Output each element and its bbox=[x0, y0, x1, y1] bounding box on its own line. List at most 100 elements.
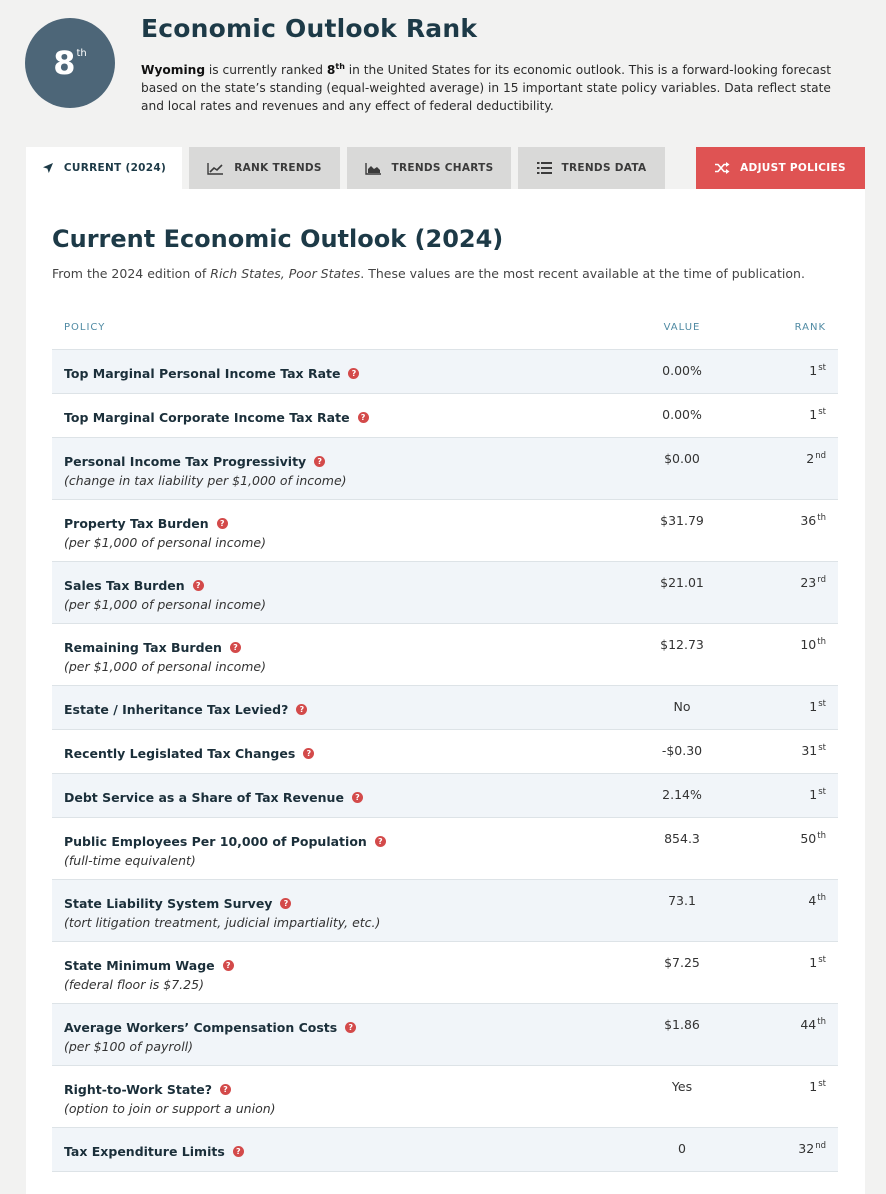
help-icon[interactable]: ? bbox=[222, 960, 234, 971]
help-icon[interactable]: ? bbox=[314, 456, 326, 467]
rank-number: 1 bbox=[809, 363, 818, 378]
policy-label-wrap: Average Workers’ Compensation Costs? bbox=[64, 1020, 357, 1035]
help-icon[interactable]: ? bbox=[280, 898, 292, 909]
policy-cell: Estate / Inheritance Tax Levied?? bbox=[64, 699, 624, 718]
help-icon[interactable]: ? bbox=[216, 518, 228, 529]
table-row: Top Marginal Corporate Income Tax Rate? 0… bbox=[52, 394, 838, 438]
rank-number: 10 bbox=[800, 637, 817, 652]
rank-suffix: th bbox=[817, 1017, 826, 1027]
rank-number: 1 bbox=[809, 787, 818, 802]
rank-suffix: nd bbox=[815, 451, 826, 461]
rank-number: 2 bbox=[806, 451, 815, 466]
content-panel: Current Economic Outlook (2024) From the… bbox=[26, 189, 865, 1194]
rank-number: 1 bbox=[809, 699, 818, 714]
policy-label-wrap: Personal Income Tax Progressivity? bbox=[64, 454, 326, 469]
policy-rank: 1st bbox=[809, 699, 826, 714]
help-icon[interactable]: ? bbox=[229, 642, 241, 653]
section-subtitle: From the 2024 edition of Rich States, Po… bbox=[52, 266, 805, 281]
policy-rank: 1st bbox=[809, 1079, 826, 1094]
table-row: Personal Income Tax Progressivity? (chang… bbox=[52, 438, 838, 500]
help-icon[interactable]: ? bbox=[296, 704, 308, 715]
policy-rank: 1st bbox=[809, 955, 826, 970]
policy-cell: Top Marginal Personal Income Tax Rate? bbox=[64, 363, 624, 382]
adjust-policies-button[interactable]: Adjust Policies bbox=[696, 147, 865, 189]
help-icon[interactable]: ? bbox=[348, 368, 360, 379]
tab-rank-trends[interactable]: Rank Trends bbox=[189, 147, 340, 189]
rank-number: 36 bbox=[800, 513, 817, 528]
tab-current-label: Current (2024) bbox=[63, 162, 167, 174]
policy-value: 854.3 bbox=[664, 831, 700, 846]
rank-number: 32 bbox=[798, 1141, 815, 1156]
help-icon[interactable]: ? bbox=[345, 1022, 357, 1033]
rank-number: 31 bbox=[801, 743, 818, 758]
policy-label: Recently Legislated Tax Changes bbox=[64, 746, 296, 761]
policy-rank: 50th bbox=[800, 831, 826, 846]
policy-sublabel: (change in tax liability per $1,000 of i… bbox=[64, 473, 347, 488]
rank-suffix: st bbox=[818, 407, 826, 417]
table-row: Debt Service as a Share of Tax Revenue? 2… bbox=[52, 774, 838, 818]
state-name: Wyoming bbox=[141, 63, 206, 78]
policy-label: Top Marginal Personal Income Tax Rate bbox=[64, 366, 341, 381]
policy-cell: Right-to-Work State?? (option to join or … bbox=[64, 1079, 624, 1116]
policy-sublabel: (federal floor is $7.25) bbox=[64, 977, 204, 992]
help-icon[interactable]: ? bbox=[220, 1084, 231, 1095]
rank-number: 50 bbox=[800, 831, 817, 846]
policy-label: State Minimum Wage bbox=[64, 958, 215, 973]
policy-value: $1.86 bbox=[664, 1017, 700, 1032]
rank-suffix: th bbox=[817, 893, 826, 903]
column-header-value: Value bbox=[663, 322, 701, 333]
table-header: Policy Value Rank bbox=[52, 322, 838, 348]
column-header-rank: Rank bbox=[794, 322, 826, 333]
policy-label: Personal Income Tax Progressivity bbox=[64, 454, 307, 469]
rank-badge: 8th bbox=[25, 18, 115, 108]
policy-cell: Personal Income Tax Progressivity? (chang… bbox=[64, 451, 624, 488]
policy-rank: 23rd bbox=[800, 575, 826, 590]
help-icon[interactable]: ? bbox=[351, 792, 363, 803]
policy-value: $31.79 bbox=[660, 513, 704, 528]
policy-rank: 32nd bbox=[798, 1141, 826, 1156]
policy-rank: 2nd bbox=[806, 451, 826, 466]
policy-value: $7.25 bbox=[664, 955, 700, 970]
policy-label-wrap: Tax Expenditure Limits? bbox=[64, 1144, 244, 1159]
policy-label-wrap: Debt Service as a Share of Tax Revenue? bbox=[64, 790, 363, 805]
policy-rank: 44th bbox=[800, 1017, 826, 1032]
policy-value: Yes bbox=[671, 1079, 693, 1094]
policy-rank: 1st bbox=[809, 787, 826, 802]
section-title: Current Economic Outlook (2024) bbox=[52, 225, 504, 253]
help-icon[interactable]: ? bbox=[303, 748, 315, 759]
policy-value: -$0.30 bbox=[661, 743, 703, 758]
publication-title: Rich States, Poor States bbox=[210, 266, 361, 281]
shuffle-icon bbox=[715, 162, 730, 174]
table-row: Top Marginal Personal Income Tax Rate? 0.… bbox=[52, 350, 838, 394]
column-header-policy: Policy bbox=[64, 322, 106, 333]
policy-sublabel: (per $1,000 of personal income) bbox=[64, 659, 266, 674]
policy-cell: Property Tax Burden? (per $1,000 of perso… bbox=[64, 513, 624, 550]
help-icon[interactable]: ? bbox=[192, 580, 204, 591]
policy-label-wrap: Right-to-Work State?? bbox=[64, 1082, 231, 1097]
policy-cell: Average Workers’ Compensation Costs? (per… bbox=[64, 1017, 624, 1054]
help-icon[interactable]: ? bbox=[232, 1146, 244, 1157]
rank-suffix: th bbox=[817, 831, 826, 841]
rank-suffix: th bbox=[817, 513, 826, 523]
tab-trends-data[interactable]: Trends Data bbox=[518, 147, 665, 189]
policy-rank: 4th bbox=[808, 893, 826, 908]
tab-bar: Current (2024) Rank Trends Trends Charts… bbox=[26, 147, 865, 189]
table-row: Tax Expenditure Limits? 0 32nd bbox=[52, 1128, 838, 1172]
rank-badge-suffix: th bbox=[76, 47, 87, 59]
policy-label: Property Tax Burden bbox=[64, 516, 209, 531]
policy-rank: 1st bbox=[809, 363, 826, 378]
policy-sublabel: (tort litigation treatment, judicial imp… bbox=[64, 915, 381, 930]
rank-number: 23 bbox=[800, 575, 817, 590]
help-icon[interactable]: ? bbox=[357, 412, 369, 423]
tab-trends-charts[interactable]: Trends Charts bbox=[347, 147, 511, 189]
policy-label: Average Workers’ Compensation Costs bbox=[64, 1020, 338, 1035]
policy-value: 0 bbox=[678, 1141, 686, 1156]
rank-suffix: st bbox=[818, 743, 826, 753]
rank-suffix: st bbox=[818, 955, 826, 965]
policy-value: $12.73 bbox=[660, 637, 704, 652]
help-icon[interactable]: ? bbox=[374, 836, 386, 847]
tab-current[interactable]: Current (2024) bbox=[26, 147, 182, 189]
description-rank: 8th bbox=[326, 62, 345, 78]
policy-cell: Public Employees Per 10,000 of Populatio… bbox=[64, 831, 624, 868]
policy-sublabel: (per $1,000 of personal income) bbox=[64, 535, 266, 550]
